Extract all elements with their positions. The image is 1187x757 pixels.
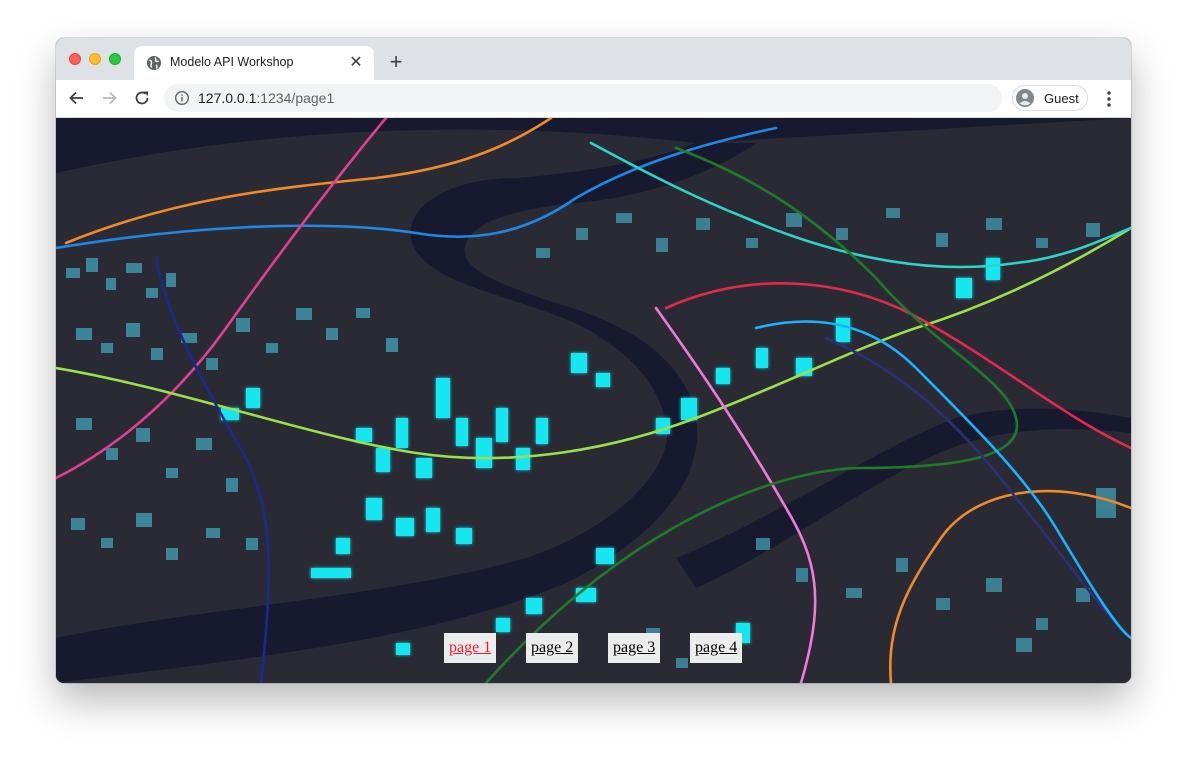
kebab-menu-icon[interactable]	[1101, 89, 1117, 109]
close-window-button[interactable]	[69, 53, 81, 65]
tab-title: Modelo API Workshop	[170, 55, 294, 69]
back-arrow-icon[interactable]	[67, 88, 87, 108]
forward-arrow-icon[interactable]	[99, 88, 119, 108]
nav-link-page-2[interactable]: page 2	[526, 633, 579, 663]
url-host: 127.0.0.1	[198, 90, 257, 106]
nav-link-page-3[interactable]: page 3	[608, 633, 661, 663]
map-viewport[interactable]: page 1 page 2 page 3 page 4	[56, 118, 1131, 683]
reload-icon[interactable]	[132, 88, 152, 108]
url-path: :1234/page1	[256, 90, 335, 106]
url-text[interactable]: 127.0.0.1:1234/page1	[198, 90, 334, 106]
browser-toolbar: 127.0.0.1:1234/page1 Guest	[56, 80, 1131, 118]
info-icon[interactable]	[174, 90, 190, 106]
tab-active[interactable]: Modelo API Workshop ✕	[134, 46, 374, 80]
tab-strip: Modelo API Workshop ✕ +	[56, 38, 1131, 80]
plus-icon[interactable]: +	[384, 51, 408, 75]
profile-name: Guest	[1044, 91, 1079, 106]
browser-window: Modelo API Workshop ✕ + 127.0.0.1:1234/p…	[56, 38, 1131, 683]
avatar-icon	[1016, 89, 1034, 107]
nav-link-page-4[interactable]: page 4	[690, 633, 743, 663]
city-map-3d[interactable]	[56, 118, 1131, 683]
globe-icon	[147, 56, 161, 70]
nav-link-page-1[interactable]: page 1	[444, 633, 497, 663]
page-nav: page 1 page 2 page 3 page 4	[56, 633, 1131, 663]
profile-button[interactable]: Guest	[1012, 85, 1088, 111]
minimize-window-button[interactable]	[89, 53, 101, 65]
zoom-window-button[interactable]	[109, 53, 121, 65]
address-bar[interactable]: 127.0.0.1:1234/page1	[164, 84, 1002, 112]
close-icon[interactable]: ✕	[348, 55, 364, 71]
